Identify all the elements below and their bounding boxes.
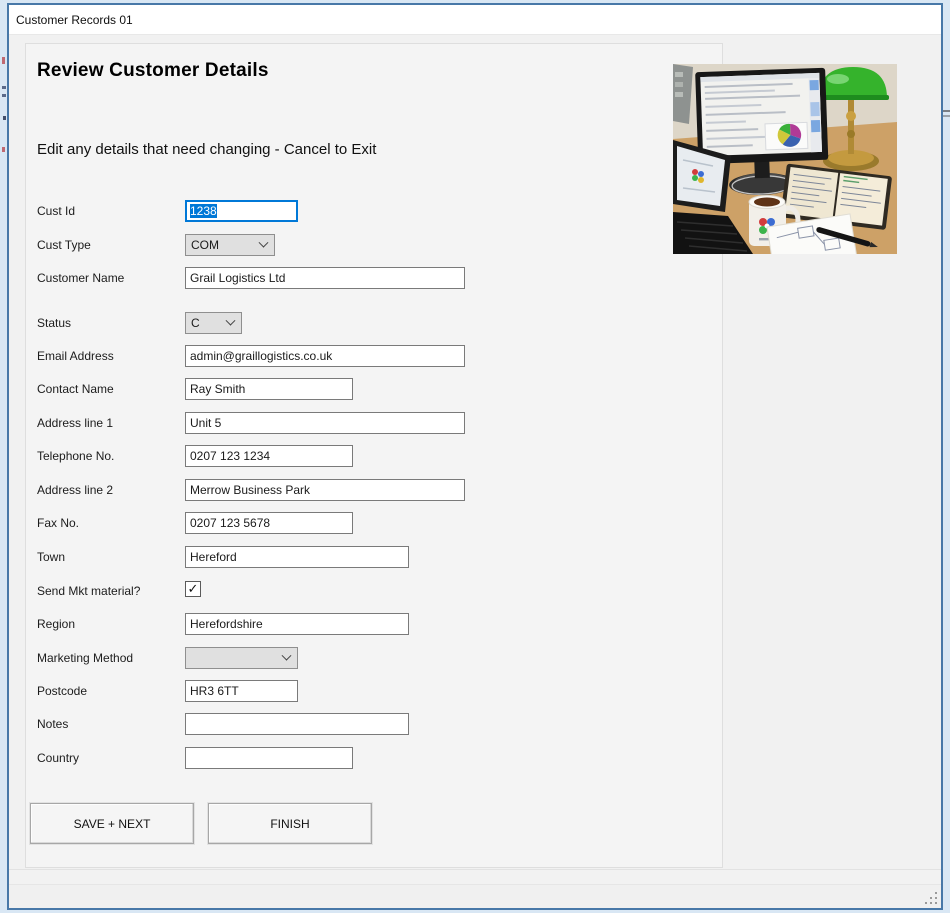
send-mkt-material-label: Send Mkt material? xyxy=(37,584,141,598)
workspace-photo xyxy=(673,64,897,254)
notes-label: Notes xyxy=(37,717,69,731)
telephone-value: 0207 123 1234 xyxy=(190,449,271,463)
chevron-down-icon xyxy=(258,237,269,248)
page-title: Review Customer Details xyxy=(37,60,269,81)
fax-input[interactable]: 0207 123 5678 xyxy=(185,512,353,534)
region-input[interactable]: Herefordshire xyxy=(185,613,409,635)
email-address-value: admin@graillogistics.co.uk xyxy=(190,349,333,363)
town-value: Hereford xyxy=(190,550,237,564)
marketing-method-dropdown[interactable] xyxy=(185,647,298,669)
address-line-1-value: Unit 5 xyxy=(190,416,222,430)
notes-input[interactable] xyxy=(185,713,409,735)
chevron-down-icon xyxy=(281,650,292,661)
email-address-label: Email Address xyxy=(37,349,114,363)
chevron-down-icon xyxy=(225,315,236,326)
resize-grip[interactable] xyxy=(921,890,937,904)
background-artifact xyxy=(943,115,950,117)
address-line-2-input[interactable]: Merrow Business Park xyxy=(185,479,465,501)
page-subtitle: Edit any details that need changing - Ca… xyxy=(37,141,377,158)
fax-value: 0207 123 5678 xyxy=(190,516,271,530)
customer-name-value: Grail Logistics Ltd xyxy=(190,271,286,285)
status-strip xyxy=(9,869,941,884)
fax-label: Fax No. xyxy=(37,516,80,530)
contact-name-label: Contact Name xyxy=(37,382,114,396)
send-mkt-material-checkbox[interactable]: ✓ xyxy=(185,581,201,597)
town-label: Town xyxy=(37,550,66,564)
cust-id-input[interactable]: 1238 xyxy=(185,200,298,222)
cust-type-dropdown[interactable]: COM xyxy=(185,234,275,256)
address-line-2-label: Address line 2 xyxy=(37,483,114,497)
region-value: Herefordshire xyxy=(190,617,263,631)
cust-id-label: Cust Id xyxy=(37,204,76,218)
town-input[interactable]: Hereford xyxy=(185,546,409,568)
telephone-label: Telephone No. xyxy=(37,449,115,463)
status-value: C xyxy=(191,316,200,330)
address-line-1-input[interactable]: Unit 5 xyxy=(185,412,465,434)
address-line-1-label: Address line 1 xyxy=(37,416,114,430)
country-label: Country xyxy=(37,751,80,765)
background-artifact xyxy=(3,116,6,120)
titlebar[interactable]: Customer Records 01 xyxy=(9,5,941,35)
status-bar xyxy=(9,884,941,908)
cust-type-value: COM xyxy=(191,238,219,252)
background-artifact xyxy=(2,147,5,152)
background-artifact xyxy=(943,110,950,112)
postcode-label: Postcode xyxy=(37,684,88,698)
contact-name-input[interactable]: Ray Smith xyxy=(185,378,353,400)
workspace-photo-illustration xyxy=(673,64,897,254)
form-panel xyxy=(25,43,723,868)
background-artifact xyxy=(2,86,6,89)
checkmark-icon: ✓ xyxy=(187,581,199,596)
window-title: Customer Records 01 xyxy=(16,13,133,27)
finish-button[interactable]: FINISH xyxy=(208,803,372,844)
customer-name-label: Customer Name xyxy=(37,271,125,285)
status-label: Status xyxy=(37,316,72,330)
cust-id-selected-text: 1238 xyxy=(190,204,217,218)
marketing-method-label: Marketing Method xyxy=(37,651,134,665)
background-artifact xyxy=(2,94,6,97)
app-window: Customer Records 01 Review Customer Deta… xyxy=(7,3,943,910)
telephone-input[interactable]: 0207 123 1234 xyxy=(185,445,353,467)
customer-name-input[interactable]: Grail Logistics Ltd xyxy=(185,267,465,289)
save-next-button[interactable]: SAVE + NEXT xyxy=(30,803,194,844)
background-artifact xyxy=(2,57,5,64)
address-line-2-value: Merrow Business Park xyxy=(190,483,311,497)
cust-type-label: Cust Type xyxy=(37,238,91,252)
email-address-input[interactable]: admin@graillogistics.co.uk xyxy=(185,345,465,367)
screen: { "window": { "title": "Customer Records… xyxy=(0,0,950,913)
status-dropdown[interactable]: C xyxy=(185,312,242,334)
contact-name-value: Ray Smith xyxy=(190,382,246,396)
country-input[interactable] xyxy=(185,747,353,769)
postcode-value: HR3 6TT xyxy=(190,684,239,698)
region-label: Region xyxy=(37,617,76,631)
postcode-input[interactable]: HR3 6TT xyxy=(185,680,298,702)
